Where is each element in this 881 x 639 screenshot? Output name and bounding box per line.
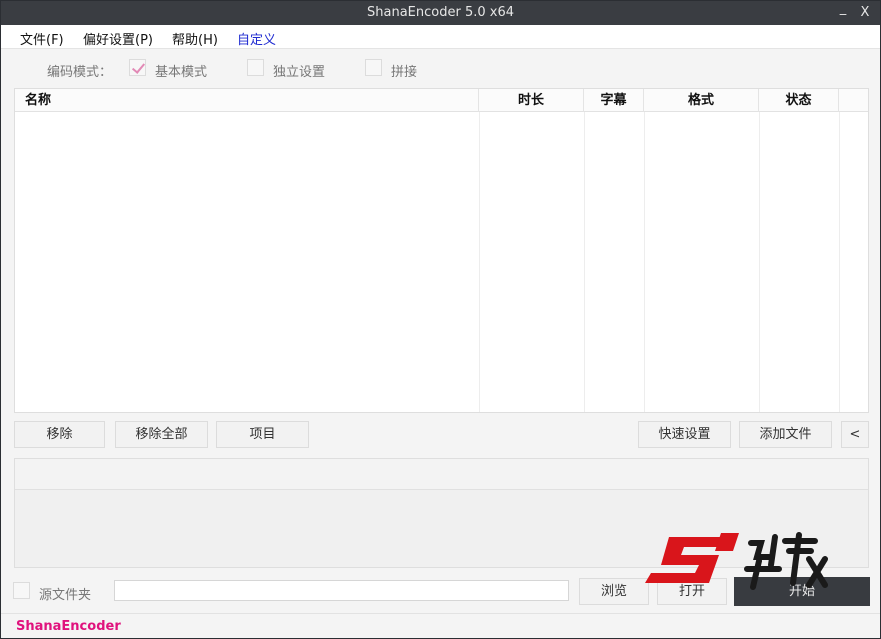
window-title: ShanaEncoder 5.0 x64 [367,5,514,20]
start-button[interactable]: 开始 [734,577,870,606]
browse-button[interactable]: 浏览 [579,578,649,605]
concat-checkbox[interactable] [365,59,382,76]
log-panel-header [15,459,868,490]
collapse-button[interactable]: < [841,421,869,448]
column-header-subtitle[interactable]: 字幕 [584,89,644,112]
independent-settings-label: 独立设置 [273,65,326,80]
app-window: ShanaEncoder 5.0 x64 _ X 文件(F) 偏好设置(P) 帮… [0,0,881,639]
encoding-mode-bar: 编码模式： 基本模式 独立设置 拼接 [1,49,880,87]
menu-bar: 文件(F) 偏好设置(P) 帮助(H) 自定义 [1,25,880,49]
table-header: 名称 时长 字幕 格式 状态 [15,89,868,112]
source-folder-checkbox[interactable] [13,582,30,599]
menu-file[interactable]: 文件(F) [20,29,64,48]
basic-mode-label: 基本模式 [155,65,208,80]
brand-label: ShanaEncoder [16,619,121,634]
column-divider [839,112,840,412]
column-divider [479,112,480,412]
item-button[interactable]: 项目 [216,421,309,448]
column-divider [759,112,760,412]
independent-settings-checkbox[interactable] [247,59,264,76]
column-header-status[interactable]: 状态 [759,89,839,112]
source-folder-label: 源文件夹 [39,588,92,603]
column-header-name[interactable]: 名称 [15,89,479,112]
close-button[interactable]: X [854,3,876,23]
column-divider [584,112,585,412]
quick-settings-button[interactable]: 快速设置 [638,421,731,448]
minimize-button[interactable]: _ [832,0,854,19]
encoding-mode-label: 编码模式： [47,65,113,80]
menu-custom[interactable]: 自定义 [237,29,276,48]
basic-mode-checkbox[interactable] [129,59,146,76]
add-file-button[interactable]: 添加文件 [739,421,832,448]
output-path-input[interactable] [114,580,569,601]
log-panel [14,458,869,568]
open-button[interactable]: 打开 [657,578,727,605]
menu-help[interactable]: 帮助(H) [172,29,218,48]
column-header-duration[interactable]: 时长 [479,89,584,112]
concat-label: 拼接 [391,65,418,80]
remove-button[interactable]: 移除 [14,421,105,448]
column-header-format[interactable]: 格式 [644,89,759,112]
status-bar: ShanaEncoder [1,613,880,638]
title-bar[interactable]: ShanaEncoder 5.0 x64 _ X [1,1,880,25]
menu-preferences[interactable]: 偏好设置(P) [83,29,153,48]
remove-all-button[interactable]: 移除全部 [115,421,208,448]
column-divider [644,112,645,412]
file-list-table[interactable]: 名称 时长 字幕 格式 状态 [14,88,869,413]
